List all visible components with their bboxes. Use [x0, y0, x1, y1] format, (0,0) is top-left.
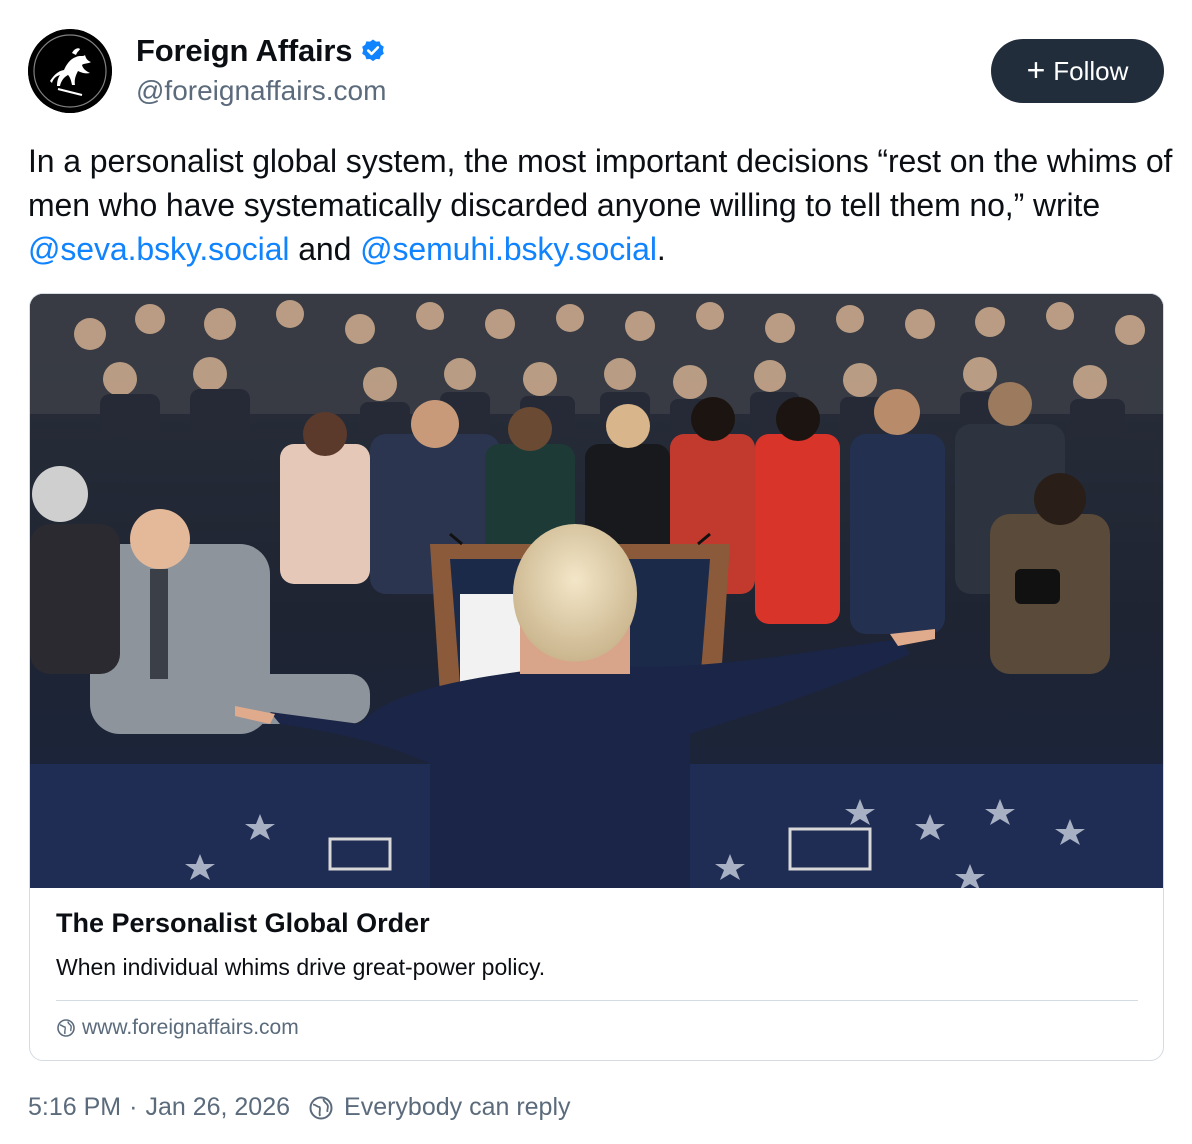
- post-date[interactable]: Jan 26, 2026: [145, 1093, 290, 1122]
- link-card-description: When individual whims drive great-power …: [56, 954, 546, 980]
- follow-label: Follow: [1053, 55, 1129, 86]
- footer-separator: ·: [129, 1093, 138, 1121]
- link-card-divider: [56, 1000, 1138, 1001]
- post-footer: 5:16 PM · Jan 26, 2026 Everybody can rep…: [28, 1093, 571, 1122]
- mention-link[interactable]: @seva.bsky.social: [28, 231, 290, 267]
- plus-icon: +: [1026, 51, 1046, 88]
- globe-icon: [308, 1095, 334, 1121]
- author-name-row: Foreign Affairs: [136, 31, 386, 71]
- post-time[interactable]: 5:16 PM: [28, 1093, 121, 1122]
- globe-icon: [56, 1018, 76, 1038]
- link-card-domain-row: www.foreignaffairs.com: [56, 1016, 299, 1040]
- author-handle[interactable]: @foreignaffairs.com: [136, 75, 386, 107]
- mention-link[interactable]: @semuhi.bsky.social: [360, 231, 657, 267]
- link-card[interactable]: The Personalist Global Order When indivi…: [29, 293, 1164, 1061]
- link-card-title: The Personalist Global Order: [56, 908, 430, 938]
- link-card-image[interactable]: [30, 294, 1163, 888]
- reply-setting[interactable]: Everybody can reply: [344, 1093, 571, 1122]
- post-text-part: In a personalist global system, the most…: [28, 143, 1173, 223]
- post-text-part: and: [289, 231, 361, 267]
- post-text-part: .: [656, 231, 666, 267]
- post-text: In a personalist global system, the most…: [28, 139, 1173, 271]
- knight-horse-logo: [28, 29, 112, 113]
- verified-badge-icon[interactable]: [360, 38, 386, 64]
- post: Foreign Affairs @foreignaffairs.com + Fo…: [0, 0, 1192, 1144]
- author-display-name[interactable]: Foreign Affairs: [136, 33, 353, 69]
- follow-button[interactable]: + Follow: [991, 39, 1164, 103]
- link-card-domain: www.foreignaffairs.com: [82, 1016, 299, 1039]
- avatar[interactable]: [28, 29, 112, 113]
